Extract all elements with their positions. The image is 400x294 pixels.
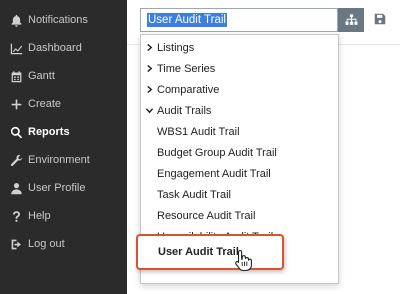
sidebar-item-gantt[interactable]: Gantt <box>0 62 127 90</box>
user-icon <box>9 181 23 195</box>
wrench-icon <box>9 153 23 167</box>
dropdown-item-task-audit-trail[interactable]: Task Audit Trail <box>141 184 338 205</box>
dropdown-group-comparative[interactable]: Comparative <box>141 79 338 100</box>
dropdown-item-label: Task Audit Trail <box>157 188 231 201</box>
dropdown-item-label: Budget Group Audit Trail <box>157 146 277 159</box>
dropdown-item-user-audit-trail[interactable]: User Audit Trail <box>136 234 284 270</box>
dropdown-item-resource-audit-trail[interactable]: Resource Audit Trail <box>141 205 338 226</box>
sidebar-item-label: Reports <box>28 126 70 138</box>
logout-icon <box>9 237 23 251</box>
sidebar-item-dashboard[interactable]: Dashboard <box>0 34 127 62</box>
search-icon <box>9 125 23 139</box>
sidebar-item-label: User Profile <box>28 182 86 194</box>
sitemap-icon <box>345 14 357 25</box>
question-icon <box>9 209 23 223</box>
chevron-right-icon <box>145 43 154 52</box>
search-input-value: User Audit Trail <box>147 13 227 27</box>
sidebar-item-label: Help <box>28 210 51 222</box>
dropdown-group-label: Time Series <box>157 62 216 75</box>
dropdown-group-label: Audit Trails <box>157 104 212 117</box>
dropdown-group-label: Listings <box>157 41 195 54</box>
bell-icon <box>9 13 23 27</box>
sidebar-item-notifications[interactable]: Notifications <box>0 6 127 34</box>
chevron-right-icon <box>145 64 154 73</box>
calendar-icon <box>9 69 23 83</box>
dropdown-item-budget-group-audit-trail[interactable]: Budget Group Audit Trail <box>141 142 338 163</box>
sidebar-item-label: Dashboard <box>28 42 82 54</box>
dropdown-item-wbs1-audit-trail[interactable]: WBS1 Audit Trail <box>141 121 338 142</box>
sidebar-item-user-profile[interactable]: User Profile <box>0 174 127 202</box>
sidebar-item-label: Gantt <box>28 70 55 82</box>
dropdown-group-time-series[interactable]: Time Series <box>141 58 338 79</box>
dropdown-item-engagement-audit-trail[interactable]: Engagement Audit Trail <box>141 163 338 184</box>
dropdown-item-label: WBS1 Audit Trail <box>157 125 240 138</box>
chart-line-icon <box>9 41 23 55</box>
sidebar: Notifications Dashboard Gantt Create Rep… <box>0 0 127 294</box>
chevron-right-icon <box>145 85 154 94</box>
save-icon <box>374 13 386 25</box>
dropdown-item-label: User Audit Trail <box>158 246 239 258</box>
sidebar-item-reports[interactable]: Reports <box>0 118 127 146</box>
sidebar-item-label: Notifications <box>28 14 88 26</box>
dropdown-group-audit-trails[interactable]: Audit Trails <box>141 100 338 121</box>
sidebar-item-label: Environment <box>28 154 90 166</box>
plus-icon <box>9 97 23 111</box>
dropdown-group-listings[interactable]: Listings <box>141 37 338 58</box>
sidebar-item-label: Log out <box>28 238 65 250</box>
chevron-down-icon <box>145 106 154 115</box>
sidebar-item-environment[interactable]: Environment <box>0 146 127 174</box>
hierarchy-button[interactable] <box>338 8 364 32</box>
save-button[interactable] <box>373 11 387 27</box>
sidebar-item-label: Create <box>28 98 62 110</box>
dropdown-group-label: Comparative <box>157 83 220 96</box>
report-search-input[interactable]: User Audit Trail <box>140 8 338 32</box>
dropdown-item-label: Engagement Audit Trail <box>157 167 271 180</box>
sidebar-item-create[interactable]: Create <box>0 90 127 118</box>
hand-pointer-icon <box>234 249 254 272</box>
dropdown-item-label: Resource Audit Trail <box>157 209 256 222</box>
sidebar-item-log-out[interactable]: Log out <box>0 230 127 258</box>
sidebar-item-help[interactable]: Help <box>0 202 127 230</box>
